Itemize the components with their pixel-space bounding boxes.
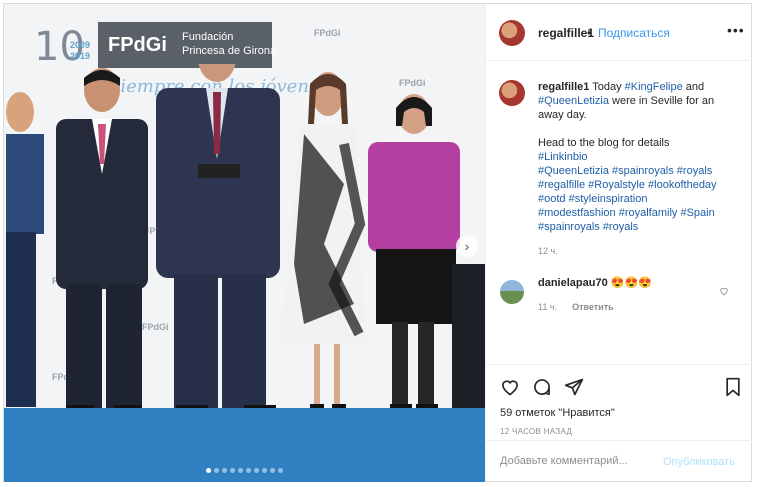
- hashtag-link[interactable]: #KingFelipe: [625, 81, 683, 93]
- carousel-dot: [214, 468, 219, 473]
- heart-icon[interactable]: [719, 286, 729, 296]
- comment-bar: Опубликовать: [486, 440, 752, 483]
- bookmark-icon[interactable]: [724, 377, 742, 397]
- post-photo[interactable]: 10 2009 2019 FPdGi Fundación Princesa de G…: [4, 4, 485, 482]
- likes-count[interactable]: 59 отметок "Нравится": [500, 407, 615, 419]
- comment-icon[interactable]: [532, 377, 552, 397]
- hashtag-line[interactable]: #modestfashion #royalfamily #Spain: [538, 206, 738, 220]
- carousel-dot: [230, 468, 235, 473]
- caption-avatar[interactable]: [499, 80, 525, 106]
- comment-meta: 11 ч. Ответить: [538, 302, 614, 312]
- posted-time: 12 ЧАСОВ НАЗАД: [500, 427, 573, 436]
- banner-sub: Fundación Princesa de Girona: [182, 31, 277, 57]
- post-header: regalfille1 • Подписаться •••: [486, 4, 752, 61]
- post-side-panel: regalfille1 • Подписаться ••• regalfille…: [485, 4, 752, 482]
- share-icon[interactable]: [564, 377, 584, 397]
- carousel-next-button[interactable]: ›: [456, 235, 478, 257]
- people-illustration: [4, 64, 485, 421]
- post-caption: regalfille1 Today #KingFelipe and #Queen…: [538, 80, 738, 234]
- caption-time: 12 ч.: [538, 246, 558, 256]
- avatar[interactable]: [499, 20, 525, 46]
- hashtag-link[interactable]: #QueenLetizia: [538, 95, 609, 107]
- ellipsis-icon[interactable]: •••: [727, 22, 745, 38]
- banner-text: FPdGi: [108, 34, 167, 56]
- comment-input[interactable]: [498, 454, 642, 468]
- heart-icon[interactable]: [500, 377, 520, 397]
- carousel-dot: [270, 468, 275, 473]
- comment-username[interactable]: danielapau70: [538, 277, 608, 289]
- carousel-dot: [206, 468, 211, 473]
- hashtag-line[interactable]: #QueenLetizia #spainroyals #royals: [538, 164, 738, 178]
- carousel-dot: [222, 468, 227, 473]
- publish-button[interactable]: Опубликовать: [663, 456, 735, 468]
- hashtag-line[interactable]: #spainroyals #royals: [538, 220, 738, 234]
- header-username[interactable]: regalfille1: [538, 26, 594, 40]
- hashtag-line[interactable]: #Linkinbio: [538, 150, 738, 164]
- wall-logo: FPdGi: [314, 28, 341, 38]
- carousel-dot: [238, 468, 243, 473]
- chevron-right-icon: ›: [464, 238, 470, 254]
- hashtag-line[interactable]: #ootd #styleinspiration: [538, 192, 738, 206]
- carousel-dots: [206, 468, 283, 473]
- carousel-dot: [246, 468, 251, 473]
- reply-button[interactable]: Ответить: [572, 302, 614, 312]
- hashtag-line[interactable]: #regalfille #Royalstyle #lookoftheday: [538, 178, 738, 192]
- follow-button[interactable]: Подписаться: [598, 26, 670, 40]
- caption-username[interactable]: regalfille1: [538, 81, 589, 93]
- carousel-dot: [262, 468, 267, 473]
- comment-avatar[interactable]: [500, 280, 524, 304]
- post-actions: 59 отметок "Нравится" 12 ЧАСОВ НАЗАД: [486, 364, 752, 441]
- comment: danielapau70 😍😍😍: [538, 277, 652, 289]
- separator: •: [587, 26, 592, 40]
- carousel-dot: [278, 468, 283, 473]
- carousel-dot: [254, 468, 259, 473]
